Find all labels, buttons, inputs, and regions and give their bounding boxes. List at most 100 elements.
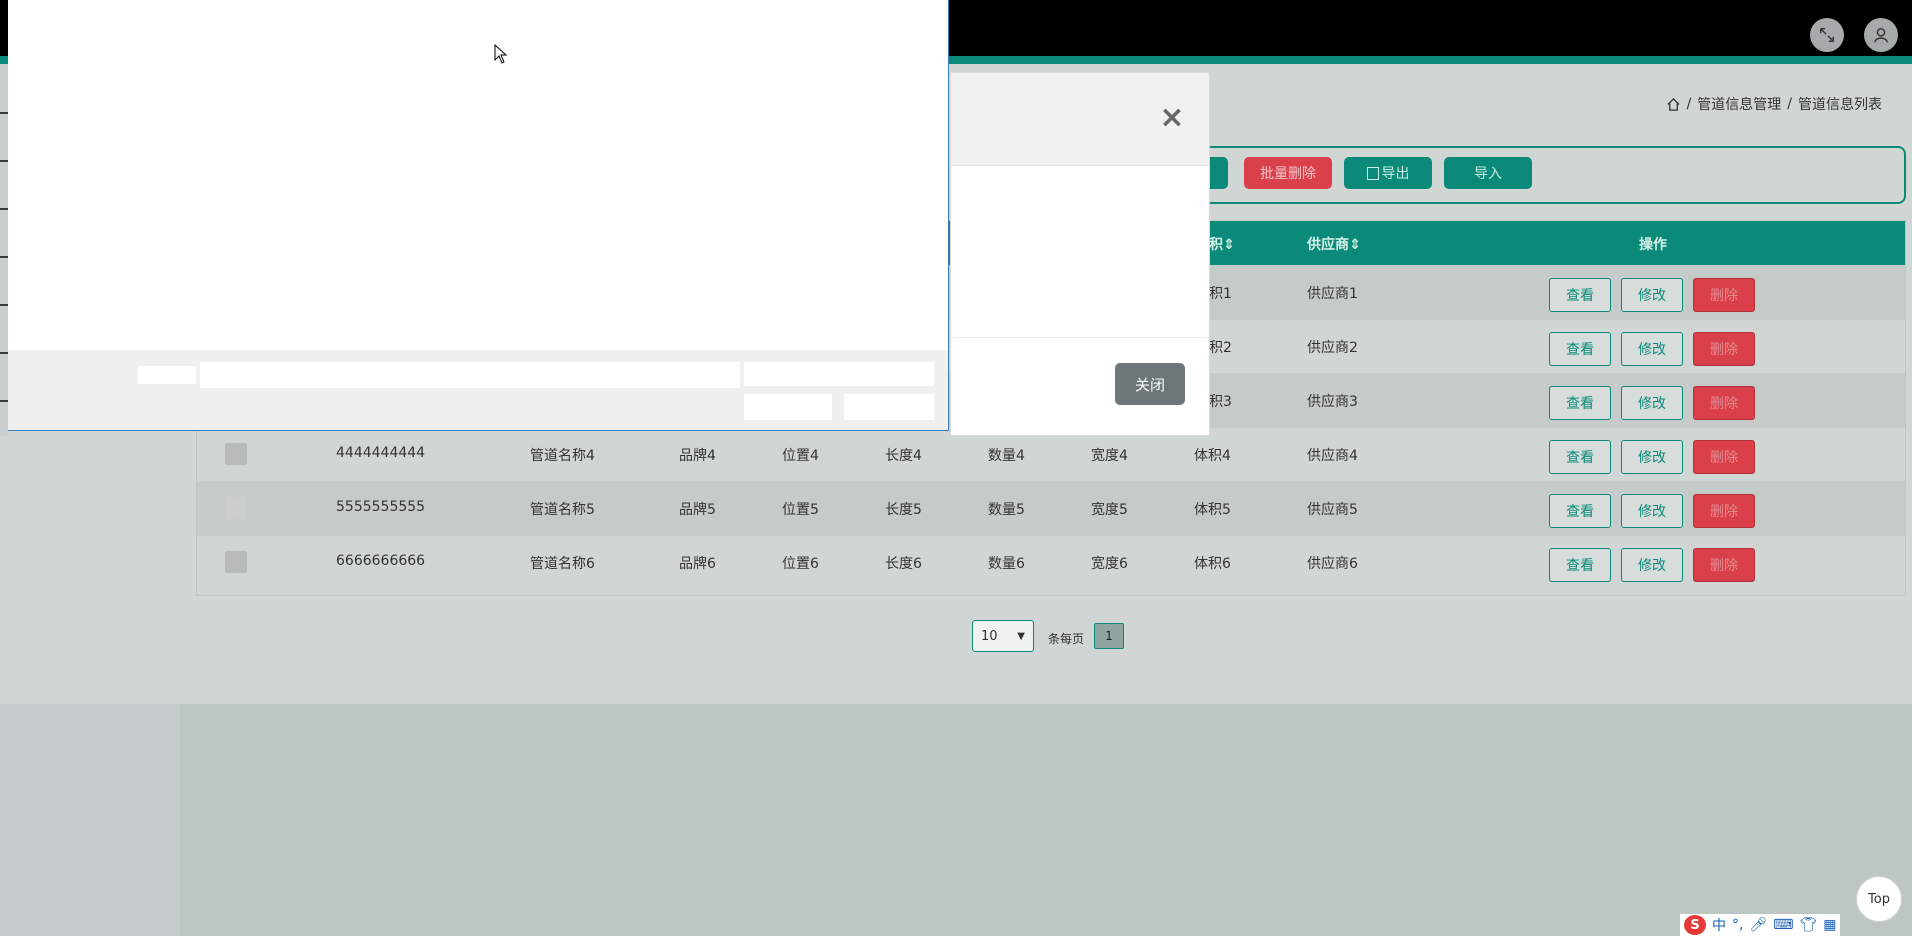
- table-row: 6666666666 管道名称6 品牌6 位置6 长度6 数量6 宽度6 体积6…: [197, 535, 1905, 590]
- close-button[interactable]: 关闭: [1115, 363, 1185, 405]
- microphone-icon[interactable]: 🎤︎: [1749, 917, 1767, 933]
- home-icon[interactable]: [1666, 97, 1681, 112]
- cell-supplier: 供应商2: [1307, 340, 1358, 356]
- edit-button[interactable]: 修改: [1621, 332, 1683, 366]
- cell-location: 位置6: [782, 556, 819, 572]
- cell-code: 5555555555: [336, 499, 426, 515]
- page-size-select[interactable]: 10 ▼: [972, 620, 1034, 652]
- sidebar-edge: [0, 64, 8, 436]
- export-label: 导出: [1381, 166, 1410, 182]
- cell-quantity: 数量4: [988, 448, 1025, 464]
- cell-brand: 品牌6: [679, 556, 716, 572]
- edit-button[interactable]: 修改: [1621, 278, 1683, 312]
- view-button[interactable]: 查看: [1549, 386, 1611, 420]
- cell-volume: 体积5: [1194, 502, 1231, 518]
- fullscreen-icon: [1819, 27, 1835, 43]
- ime-language[interactable]: 中: [1712, 915, 1726, 935]
- close-icon[interactable]: ×: [1159, 103, 1185, 133]
- skin-icon[interactable]: 👕︎: [1799, 917, 1817, 933]
- popup-placeholder: [138, 366, 196, 384]
- cell-brand: 品牌4: [679, 448, 716, 464]
- modal-dialog: × 关闭: [950, 72, 1210, 436]
- cell-name: 管道名称5: [530, 502, 595, 518]
- cell-name: 管道名称4: [530, 448, 595, 464]
- grid-icon[interactable]: ▦: [1823, 917, 1836, 933]
- export-button[interactable]: 导出: [1344, 157, 1432, 189]
- view-button[interactable]: 查看: [1549, 440, 1611, 474]
- delete-button[interactable]: 删除: [1693, 278, 1755, 312]
- table-row: 5555555555 管道名称5 品牌5 位置5 长度5 数量5 宽度5 体积5…: [197, 481, 1905, 536]
- cell-supplier: 供应商6: [1307, 556, 1358, 572]
- delete-button[interactable]: 删除: [1693, 548, 1755, 582]
- cell-volume: 积2: [1209, 340, 1232, 356]
- breadcrumb-separator: /: [1787, 96, 1792, 112]
- cell-location: 位置5: [782, 502, 819, 518]
- delete-button[interactable]: 删除: [1693, 494, 1755, 528]
- cell-location: 位置4: [782, 448, 819, 464]
- ime-toolbar[interactable]: S 中 °, 🎤︎ ⌨︎ 👕︎ ▦: [1680, 914, 1841, 936]
- delete-button[interactable]: 删除: [1693, 332, 1755, 366]
- left-bottom-area: [0, 704, 180, 936]
- page-number-button[interactable]: 1: [1094, 623, 1124, 649]
- popup-placeholder: [844, 394, 934, 420]
- cell-quantity: 数量5: [988, 502, 1025, 518]
- cell-supplier: 供应商1: [1307, 286, 1358, 302]
- cell-width: 宽度4: [1091, 448, 1128, 464]
- cell-code: 6666666666: [336, 553, 426, 569]
- edit-button[interactable]: 修改: [1621, 386, 1683, 420]
- delete-button[interactable]: 删除: [1693, 386, 1755, 420]
- action-toolbar: 批量删除 导出 导入: [1194, 146, 1906, 204]
- page-footer: [180, 704, 1912, 936]
- import-button[interactable]: 导入: [1444, 157, 1532, 189]
- cell-volume: 体积4: [1194, 448, 1231, 464]
- popup-placeholder: [200, 362, 740, 388]
- cell-width: 宽度5: [1091, 502, 1128, 518]
- row-checkbox[interactable]: [225, 443, 247, 465]
- batch-delete-button[interactable]: 批量删除: [1244, 157, 1332, 189]
- column-header-volume[interactable]: 积⇕: [1209, 234, 1235, 254]
- breadcrumb-item-pipe-management[interactable]: 管道信息管理: [1697, 94, 1781, 114]
- column-header-actions: 操作: [1639, 237, 1667, 253]
- breadcrumb: / 管道信息管理 / 管道信息列表: [1666, 94, 1882, 114]
- cell-quantity: 数量6: [988, 556, 1025, 572]
- cell-brand: 品牌5: [679, 502, 716, 518]
- popup-bottom-strip: [8, 350, 948, 430]
- view-button[interactable]: 查看: [1549, 494, 1611, 528]
- column-header-supplier[interactable]: 供应商⇕: [1307, 234, 1361, 254]
- mouse-cursor-icon: [494, 44, 508, 64]
- punctuation-icon[interactable]: °,: [1732, 917, 1743, 933]
- keyboard-icon[interactable]: ⌨︎: [1773, 917, 1793, 933]
- user-icon: [1873, 27, 1889, 43]
- row-checkbox[interactable]: [225, 551, 247, 573]
- page-size-value: 10: [981, 628, 998, 644]
- cell-width: 宽度6: [1091, 556, 1128, 572]
- sogou-logo-icon: S: [1684, 915, 1706, 935]
- view-button[interactable]: 查看: [1549, 548, 1611, 582]
- chevron-down-icon: ▼: [1017, 630, 1025, 642]
- cell-supplier: 供应商4: [1307, 448, 1358, 464]
- row-checkbox[interactable]: [225, 497, 247, 519]
- breadcrumb-separator: /: [1686, 96, 1692, 112]
- breadcrumb-item-pipe-list: 管道信息列表: [1798, 97, 1882, 113]
- cell-volume: 体积6: [1194, 556, 1231, 572]
- blank-popup-window: [8, 0, 949, 431]
- cell-volume: 积3: [1209, 394, 1232, 410]
- cell-code: 4444444444: [336, 445, 426, 461]
- back-to-top-button[interactable]: Top: [1856, 876, 1902, 922]
- cell-length: 长度4: [885, 448, 922, 464]
- view-button[interactable]: 查看: [1549, 278, 1611, 312]
- edit-button[interactable]: 修改: [1621, 440, 1683, 474]
- view-button[interactable]: 查看: [1549, 332, 1611, 366]
- cell-volume: 积1: [1209, 286, 1232, 302]
- popup-placeholder: [744, 394, 832, 420]
- per-page-label: 条每页: [1048, 632, 1085, 646]
- cell-length: 长度5: [885, 502, 922, 518]
- edit-button[interactable]: 修改: [1621, 548, 1683, 582]
- popup-placeholder: [744, 362, 934, 386]
- delete-button[interactable]: 删除: [1693, 440, 1755, 474]
- user-avatar-button[interactable]: [1864, 18, 1898, 52]
- cell-length: 长度6: [885, 556, 922, 572]
- export-icon: [1366, 166, 1379, 180]
- fullscreen-button[interactable]: [1810, 18, 1844, 52]
- edit-button[interactable]: 修改: [1621, 494, 1683, 528]
